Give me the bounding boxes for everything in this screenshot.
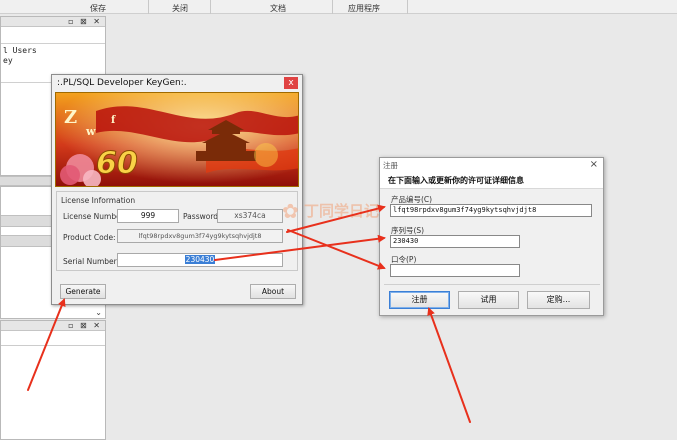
- password-field[interactable]: xs374ca: [217, 209, 283, 223]
- keygen-banner-image: Z w f 60: [55, 92, 299, 187]
- product-code-label: Product Code:: [63, 233, 116, 242]
- password-label: Password:: [183, 212, 221, 221]
- window-list-panel: ▫ ⊠ ✕: [0, 320, 106, 440]
- close-button[interactable]: ×: [590, 158, 598, 171]
- banner-art: Z w f 60: [56, 93, 298, 186]
- banner-60-text: 60: [96, 146, 138, 181]
- tree-item[interactable]: ey: [3, 56, 13, 65]
- menu-applications[interactable]: 应用程序: [348, 3, 380, 14]
- chevron-down-icon[interactable]: ⌄: [95, 308, 102, 317]
- menu-save[interactable]: 保存: [90, 3, 106, 14]
- product-code-field[interactable]: lfqt98rpdxv8gum3f74yg9kytsqhvjdjt8: [117, 229, 283, 243]
- group-label: License Information: [61, 196, 136, 205]
- serial-number-label: Serial Number:: [63, 257, 120, 266]
- generate-button[interactable]: Generate: [60, 284, 106, 299]
- trial-button[interactable]: 试用: [458, 291, 519, 309]
- register-button[interactable]: 注册: [389, 291, 450, 309]
- watermark-logo-icon: ✿: [282, 199, 299, 223]
- panel-window-icons[interactable]: ▫ ⊠ ✕: [68, 321, 102, 331]
- menu-separator: [332, 0, 333, 14]
- banner-letter: f: [111, 115, 116, 126]
- keygen-window: :.PL/SQL Developer KeyGen:. x Z w f 60 L…: [51, 74, 303, 305]
- close-button[interactable]: x: [284, 77, 298, 89]
- serial-number-field[interactable]: 230430: [117, 253, 283, 267]
- menu-separator: [407, 0, 408, 14]
- panel-header: ▫ ⊠ ✕: [1, 321, 105, 331]
- arrow-register: [427, 307, 471, 423]
- license-number-field[interactable]: 999: [117, 209, 179, 223]
- divider: [1, 345, 105, 346]
- dialog-title: 注册: [383, 161, 398, 170]
- toolbar-labels: 保存 关闭 文档 应用程序: [0, 0, 677, 14]
- dialog-heading: 在下面输入或更新你的许可证详细信息: [380, 172, 603, 189]
- menu-separator: [210, 0, 211, 14]
- banner-letter: w: [85, 125, 96, 138]
- menu-document[interactable]: 文档: [270, 3, 286, 14]
- dialog-titlebar: 注册 ×: [380, 158, 603, 172]
- dialog-instructions: 在下面输入或更新你的许可证详细信息: [388, 176, 524, 185]
- password-input[interactable]: [390, 264, 520, 277]
- buy-button[interactable]: 定购...: [527, 291, 590, 309]
- menu-separator: [148, 0, 149, 14]
- menu-close[interactable]: 关闭: [172, 3, 188, 14]
- panel-header: ▫ ⊠ ✕: [1, 17, 105, 27]
- tree-item[interactable]: l Users: [3, 46, 37, 55]
- banner-letter: Z: [64, 107, 77, 128]
- product-code-input[interactable]: lfqt98rpdxv8gum3f74yg9kytsqhvjdjt8: [390, 204, 592, 217]
- register-dialog: 注册 × 在下面输入或更新你的许可证详细信息 产品编号(C) lfqt98rpd…: [379, 157, 604, 316]
- panel-window-icons[interactable]: ▫ ⊠ ✕: [68, 17, 102, 27]
- serial-number-input[interactable]: 230430: [390, 235, 520, 248]
- divider: [384, 284, 600, 285]
- license-information-group: License Information License Number: 999 …: [56, 191, 298, 271]
- serial-number-selection: 230430: [184, 255, 216, 264]
- keygen-title: :.PL/SQL Developer KeyGen:.: [57, 78, 187, 88]
- watermark: ✿ 丁同学日记: [282, 197, 392, 247]
- watermark-text: 丁同学日记: [304, 202, 380, 220]
- about-button[interactable]: About: [250, 284, 296, 299]
